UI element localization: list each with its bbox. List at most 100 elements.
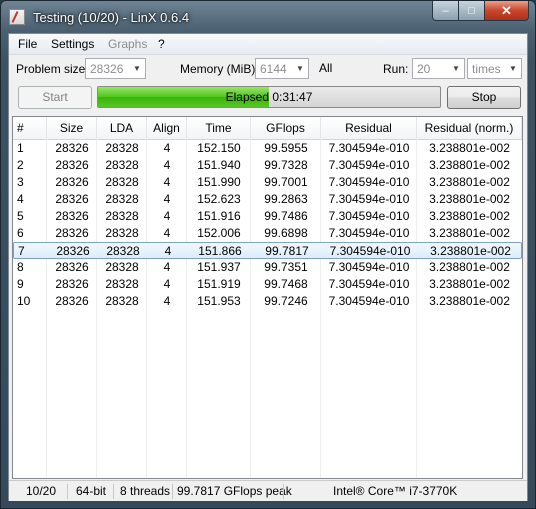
cell-col-index: 6 <box>17 226 24 240</box>
cell-col-lda: 28328 <box>105 260 139 274</box>
cell-col-size: 28326 <box>55 294 89 308</box>
run-unit-select[interactable]: times ▼ <box>467 58 522 79</box>
minimize-icon: – <box>442 4 449 17</box>
close-icon: ✕ <box>501 2 512 18</box>
memory-select[interactable]: 6144 ▼ <box>255 58 309 79</box>
table-row[interactable]: 8 28326 28328 4 151.937 99.7351 7.304594e-010 3… <box>13 259 522 276</box>
cell-col-gflops: 99.7001 <box>264 175 308 189</box>
status-separator <box>172 484 173 499</box>
cell-col-size: 28326 <box>55 260 89 274</box>
cell-col-residual-norm: 3.238801e-002 <box>429 209 510 223</box>
table-row[interactable]: 1 28326 28328 4 152.150 99.5955 7.304594e-010 3… <box>13 140 522 157</box>
close-button[interactable]: ✕ <box>485 1 529 21</box>
client-area: File Settings Graphs ? Problem size: 283… <box>8 33 528 501</box>
cell-col-residual-norm: 3.238801e-002 <box>429 260 510 274</box>
status-peak: 99.7817 GFlops peak <box>177 484 292 498</box>
cell-col-residual: 7.304594e-010 <box>328 158 410 172</box>
caption-buttons: – □ ✕ <box>432 1 529 21</box>
cell-col-align: 4 <box>163 277 171 291</box>
header-col-time[interactable]: Time <box>187 117 251 139</box>
status-cpu: Intel® Core™ i7-3770K <box>333 484 458 498</box>
header-col-index[interactable]: # <box>13 117 47 139</box>
cell-col-residual: 7.304594e-010 <box>328 277 410 291</box>
cell-col-residual: 7.304594e-010 <box>328 226 410 240</box>
status-separator <box>67 484 68 499</box>
table-row[interactable]: 10 28326 28328 4 151.953 99.7246 7.304594e-010… <box>13 293 522 310</box>
table-row[interactable]: 9 28326 28328 4 151.919 99.7468 7.304594e-010 3… <box>13 276 522 293</box>
menu-settings[interactable]: Settings <box>51 37 94 51</box>
cell-col-residual: 7.304594e-010 <box>328 260 410 274</box>
maximize-button[interactable]: □ <box>459 1 485 21</box>
cell-col-lda: 28328 <box>105 175 139 189</box>
menu-graphs[interactable]: Graphs <box>108 37 147 51</box>
window-title: Testing (10/20) - LinX 0.6.4 <box>33 10 190 25</box>
cell-col-size: 28326 <box>55 175 89 189</box>
cell-col-index: 3 <box>17 175 24 189</box>
memory-label: Memory (MiB): <box>180 62 259 76</box>
cell-col-size: 28326 <box>55 209 89 223</box>
header-col-gflops[interactable]: GFlops <box>251 117 321 139</box>
cell-col-residual-norm: 3.238801e-002 <box>429 158 510 172</box>
cell-col-size: 28326 <box>55 158 89 172</box>
table-row[interactable]: 4 28326 28328 4 152.623 99.2863 7.304594e-010 3… <box>13 191 522 208</box>
cell-col-gflops: 99.7246 <box>264 294 308 308</box>
cell-col-gflops: 99.7351 <box>264 260 308 274</box>
table-row[interactable]: 3 28326 28328 4 151.990 99.7001 7.304594e-010 3… <box>13 174 522 191</box>
cell-col-time: 152.623 <box>197 192 241 206</box>
memory-all-label[interactable]: All <box>319 61 332 75</box>
cell-col-residual: 7.304594e-010 <box>328 175 410 189</box>
cell-col-align: 4 <box>163 192 171 206</box>
cell-col-lda: 28328 <box>105 141 139 155</box>
header-col-residual[interactable]: Residual <box>321 117 417 139</box>
cell-col-lda: 28328 <box>105 209 139 223</box>
cell-col-lda: 28328 <box>105 226 139 240</box>
table-row[interactable]: 5 28326 28328 4 151.916 99.7486 7.304594e-010 3… <box>13 208 522 225</box>
menu-file[interactable]: File <box>18 37 37 51</box>
stop-button[interactable]: Stop <box>447 86 521 109</box>
cell-col-time: 152.006 <box>197 226 241 240</box>
start-button[interactable]: Start <box>18 86 92 109</box>
cell-col-gflops: 99.2863 <box>264 192 308 206</box>
title-bar[interactable]: Testing (10/20) - LinX 0.6.4 – □ ✕ <box>1 1 535 33</box>
status-arch: 64-bit <box>76 484 107 498</box>
cell-col-index: 5 <box>17 209 24 223</box>
header-col-align[interactable]: Align <box>147 117 187 139</box>
run-count-select[interactable]: 20 ▼ <box>412 58 465 79</box>
cell-col-residual-norm: 3.238801e-002 <box>430 244 511 258</box>
chevron-down-icon: ▼ <box>296 64 304 73</box>
header-col-lda[interactable]: LDA <box>97 117 147 139</box>
linx-window: Testing (10/20) - LinX 0.6.4 – □ ✕ File … <box>0 0 536 509</box>
chevron-down-icon: ▼ <box>452 64 460 73</box>
cell-col-time: 151.866 <box>198 244 242 258</box>
problem-size-select[interactable]: 28326 ▼ <box>85 58 146 79</box>
status-threads: 8 threads <box>120 484 171 498</box>
header-col-residual-norm[interactable]: Residual (norm.) <box>417 117 522 139</box>
header-col-size[interactable]: Size <box>47 117 97 139</box>
cell-col-residual-norm: 3.238801e-002 <box>429 294 510 308</box>
table-row[interactable]: 7 28326 28328 4 151.866 99.7817 7.304594e-010 3… <box>13 242 522 259</box>
cell-col-gflops: 99.7468 <box>264 277 308 291</box>
elapsed-text: Elapsed 0:31:47 <box>225 90 313 104</box>
cell-col-size: 28326 <box>55 141 89 155</box>
table-row[interactable]: 2 28326 28328 4 151.940 99.7328 7.304594e-010 3… <box>13 157 522 174</box>
status-progress: 10/20 <box>26 484 57 498</box>
cell-col-lda: 28328 <box>105 158 139 172</box>
problem-size-value: 28326 <box>90 62 124 76</box>
cell-col-index: 2 <box>17 158 24 172</box>
run-label: Run: <box>383 62 409 76</box>
cell-col-index: 10 <box>17 294 31 308</box>
cell-col-residual-norm: 3.238801e-002 <box>429 141 510 155</box>
cell-col-residual: 7.304594e-010 <box>328 294 410 308</box>
results-table[interactable]: # Size LDA Align Time GFlops Residual Residual … <box>12 116 523 479</box>
cell-col-time: 152.150 <box>197 141 241 155</box>
cell-col-size: 28326 <box>56 244 90 258</box>
app-icon <box>9 9 25 25</box>
cell-col-time: 151.919 <box>197 277 241 291</box>
minimize-button[interactable]: – <box>432 1 459 21</box>
cell-col-index: 4 <box>17 192 24 206</box>
status-separator <box>283 484 284 499</box>
table-row[interactable]: 6 28326 28328 4 152.006 99.6898 7.304594e-010 3… <box>13 225 522 242</box>
cell-col-align: 4 <box>163 260 171 274</box>
problem-size-label: Problem size: <box>16 62 89 76</box>
menu-help[interactable]: ? <box>158 37 165 51</box>
